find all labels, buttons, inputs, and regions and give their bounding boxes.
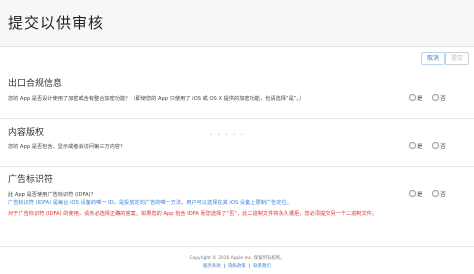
- content-question: 您的 App 是否包含、显示或者会访问第三方内容？: [8, 144, 126, 150]
- submit-button[interactable]: 提交: [445, 52, 469, 65]
- export-no-label: 否: [440, 96, 446, 102]
- loading-indicator: • • • • •: [210, 132, 245, 137]
- export-compliance-title: 出口合规信息: [8, 79, 63, 89]
- page-title: 提交以供审核: [8, 14, 105, 32]
- footer-divider: [0, 246, 474, 247]
- contact-link[interactable]: 联系我们: [253, 264, 271, 269]
- export-no-radio[interactable]: [432, 94, 440, 101]
- footer-copyright: Copyright © 2016 Apple Inc. 保留所有权利。: [189, 256, 285, 261]
- idfa-yes-label: 是: [417, 192, 423, 198]
- cancel-button[interactable]: 取消: [421, 52, 445, 65]
- privacy-link[interactable]: 隐私政策: [228, 264, 246, 269]
- content-no-label: 否: [440, 144, 446, 150]
- section-divider: [0, 166, 474, 167]
- export-yes-radio[interactable]: [409, 94, 416, 101]
- idfa-radio-group: 是 否: [409, 190, 446, 198]
- idfa-no-radio[interactable]: [432, 190, 440, 197]
- export-yes-label: 是: [417, 96, 423, 102]
- footer-links: 服务条款 | 隐私政策 | 联系我们: [203, 264, 271, 269]
- export-question: 您的 App 是否设计使用了加密或含有整合加密功能？（即使您的 App 只使用了…: [8, 96, 305, 102]
- idfa-no-label: 否: [440, 192, 446, 198]
- content-yes-label: 是: [417, 144, 423, 150]
- section-divider: [0, 118, 474, 119]
- idfa-title: 广告标识符: [8, 175, 54, 185]
- terms-link[interactable]: 服务条款: [203, 264, 221, 269]
- content-no-radio[interactable]: [432, 142, 440, 149]
- content-rights-title: 内容版权: [8, 128, 45, 138]
- idfa-warning: 对于广告标识符 (IDFA) 的使用，请务必选择正确的答案。如果您的 App 包…: [8, 211, 378, 217]
- idfa-question: 此 App 是否使用广告标识符 (IDFA)？: [8, 192, 96, 198]
- content-radio-group: 是 否: [409, 142, 446, 150]
- idfa-info: 广告标识符 (IDFA) 是每台 iOS 设备的唯一 ID，是投放定向广告的唯一…: [8, 200, 292, 206]
- toolbar: 取消 提交: [0, 47, 474, 69]
- content-yes-radio[interactable]: [409, 142, 416, 149]
- idfa-yes-radio[interactable]: [409, 190, 416, 197]
- page-header: 提交以供审核: [0, 0, 474, 47]
- export-radio-group: 是 否: [409, 94, 446, 102]
